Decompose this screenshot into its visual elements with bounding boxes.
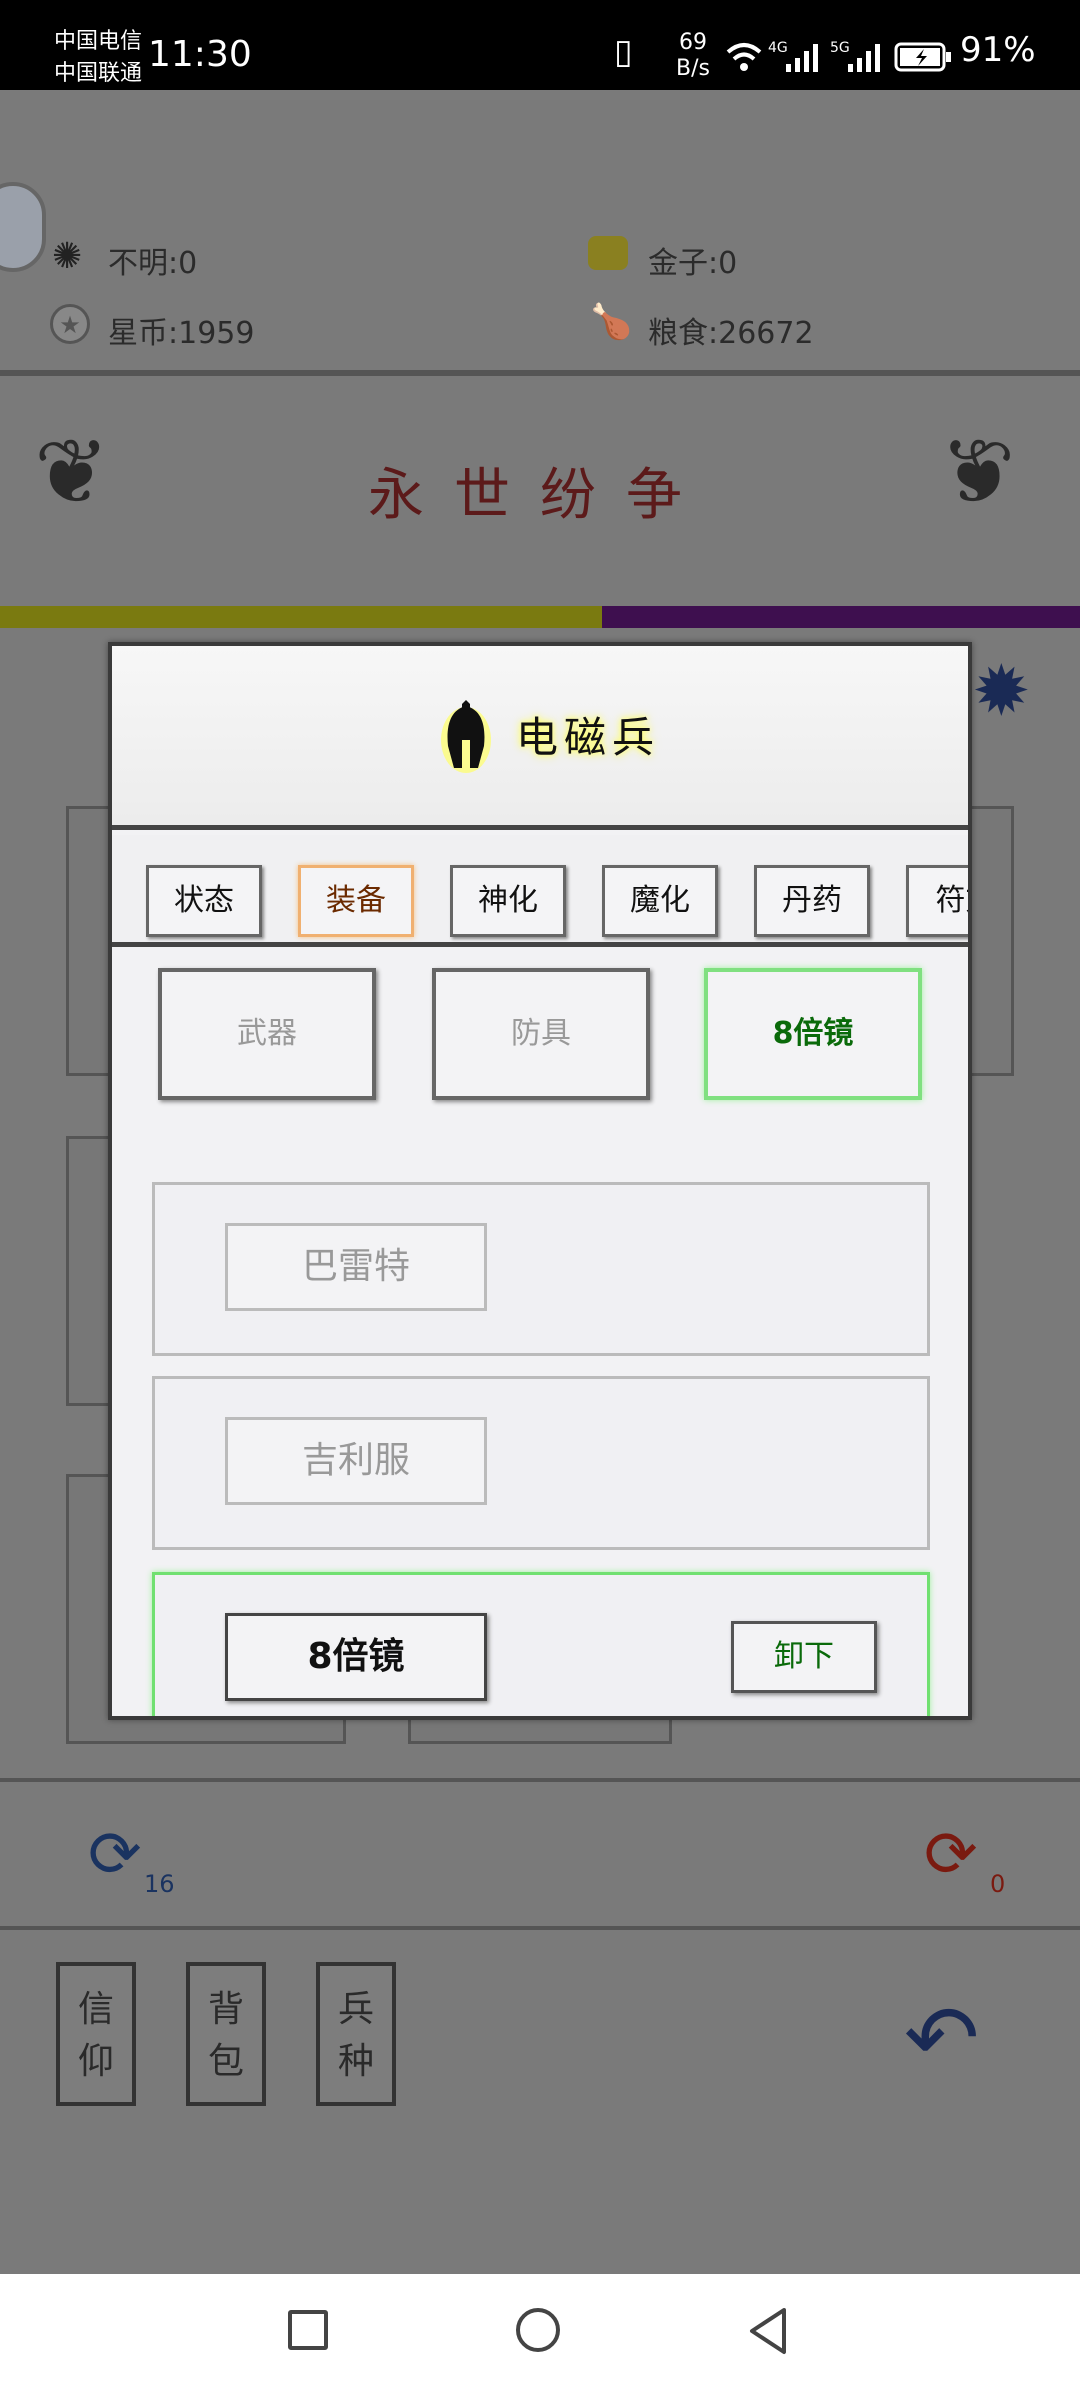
divider <box>0 370 1080 376</box>
right-wing-icon: ❦ <box>940 420 1016 525</box>
vibrate-icon: ▯ <box>614 32 633 72</box>
tab-bar: 状态 装备 神化 魔化 丹药 符文 <box>112 835 968 947</box>
faith-button-label-top: 信 <box>77 1989 114 2030</box>
wifi-icon <box>726 43 762 71</box>
star-coin-icon: ★ <box>50 304 90 344</box>
home-icon[interactable] <box>516 2308 560 2352</box>
list-item-equipped[interactable]: 8倍镜 卸下 <box>152 1572 930 1716</box>
tab-status[interactable]: 状态 <box>146 865 262 937</box>
unit-detail-dialog: 电磁兵 状态 装备 神化 魔化 丹药 符文 武器 防具 8倍镜 巴雷特 吉利服 … <box>108 642 972 1720</box>
food-drumstick-icon: 🍗 <box>590 302 633 342</box>
list-item[interactable]: 巴雷特 <box>152 1182 930 1356</box>
gold-ingot-icon <box>588 236 628 270</box>
slot-armor[interactable]: 防具 <box>432 968 650 1100</box>
backpack-button[interactable]: 背 包 <box>186 1962 266 2106</box>
troop-type-button-label-top: 兵 <box>337 1989 374 2030</box>
troop-type-button-label-bottom: 种 <box>337 2041 374 2082</box>
unequip-button[interactable]: 卸下 <box>731 1621 877 1693</box>
signal-icon-1 <box>786 44 818 72</box>
divider <box>0 1926 1080 1930</box>
tab-deify[interactable]: 神化 <box>450 865 566 937</box>
back-icon[interactable] <box>746 2306 790 2356</box>
carrier-2: 中国联通 <box>54 61 143 86</box>
tab-equipment[interactable]: 装备 <box>298 865 414 937</box>
dialog-title: 电磁兵 <box>516 713 661 762</box>
net-speed-unit: B/s <box>676 56 710 81</box>
spartan-helmet-icon <box>441 700 491 773</box>
battery-icon <box>894 42 951 72</box>
progress-bar-yellow <box>0 606 602 628</box>
resource-gold: 金子:0 <box>648 246 738 281</box>
item-name-8x-scope[interactable]: 8倍镜 <box>225 1613 487 1701</box>
backpack-button-label-top: 背 <box>207 1989 244 2030</box>
slot-scope[interactable]: 8倍镜 <box>704 968 922 1100</box>
dialog-header: 电磁兵 <box>112 646 968 830</box>
item-name-ghillie-suit[interactable]: 吉利服 <box>225 1417 487 1505</box>
settings-gear-icon[interactable]: ✹ <box>972 650 1031 732</box>
pinwheel-icon: ✺ <box>52 236 83 277</box>
back-arrow-icon[interactable]: ↶ <box>904 1986 979 2091</box>
tab-rune[interactable]: 符文 <box>906 865 968 937</box>
faith-button[interactable]: 信 仰 <box>56 1962 136 2106</box>
refresh-right-count: 0 <box>990 1870 1006 1898</box>
tab-demonize[interactable]: 魔化 <box>602 865 718 937</box>
signal-icon-2 <box>848 44 880 72</box>
refresh-right-icon[interactable]: ⟳ <box>924 1818 978 1892</box>
troop-type-button[interactable]: 兵 种 <box>316 1962 396 2106</box>
left-wing-icon: ❦ <box>34 420 110 525</box>
recent-apps-icon[interactable] <box>288 2310 328 2350</box>
clock: 11:30 <box>148 34 252 75</box>
resource-unknown: 不明:0 <box>108 246 198 281</box>
resource-starcoin: 星币:1959 <box>108 316 255 351</box>
floating-assistant-button[interactable] <box>0 182 46 272</box>
faith-button-label-bottom: 仰 <box>77 2041 114 2082</box>
resource-food: 粮食:26672 <box>648 316 814 351</box>
slot-weapon[interactable]: 武器 <box>158 968 376 1100</box>
game-title: 永世纷争 <box>368 463 712 528</box>
list-item[interactable]: 吉利服 <box>152 1376 930 1550</box>
divider <box>0 1778 1080 1782</box>
tab-elixir[interactable]: 丹药 <box>754 865 870 937</box>
net-speed: 69 B/s <box>668 30 718 82</box>
refresh-left-icon[interactable]: ⟳ <box>88 1818 142 1892</box>
progress-bar-purple <box>602 606 1080 628</box>
status-bar: 中国电信 中国联通 11:30 ▯ 69 B/s 4G 5G 91% <box>0 0 1080 90</box>
backpack-button-label-bottom: 包 <box>207 2041 244 2082</box>
carrier-1: 中国电信 <box>54 29 143 54</box>
item-name-barrett[interactable]: 巴雷特 <box>225 1223 487 1311</box>
net-speed-value: 69 <box>679 30 707 55</box>
system-nav-bar <box>0 2274 1080 2388</box>
battery-percent: 91% <box>960 30 1036 70</box>
refresh-left-count: 16 <box>144 1870 175 1898</box>
